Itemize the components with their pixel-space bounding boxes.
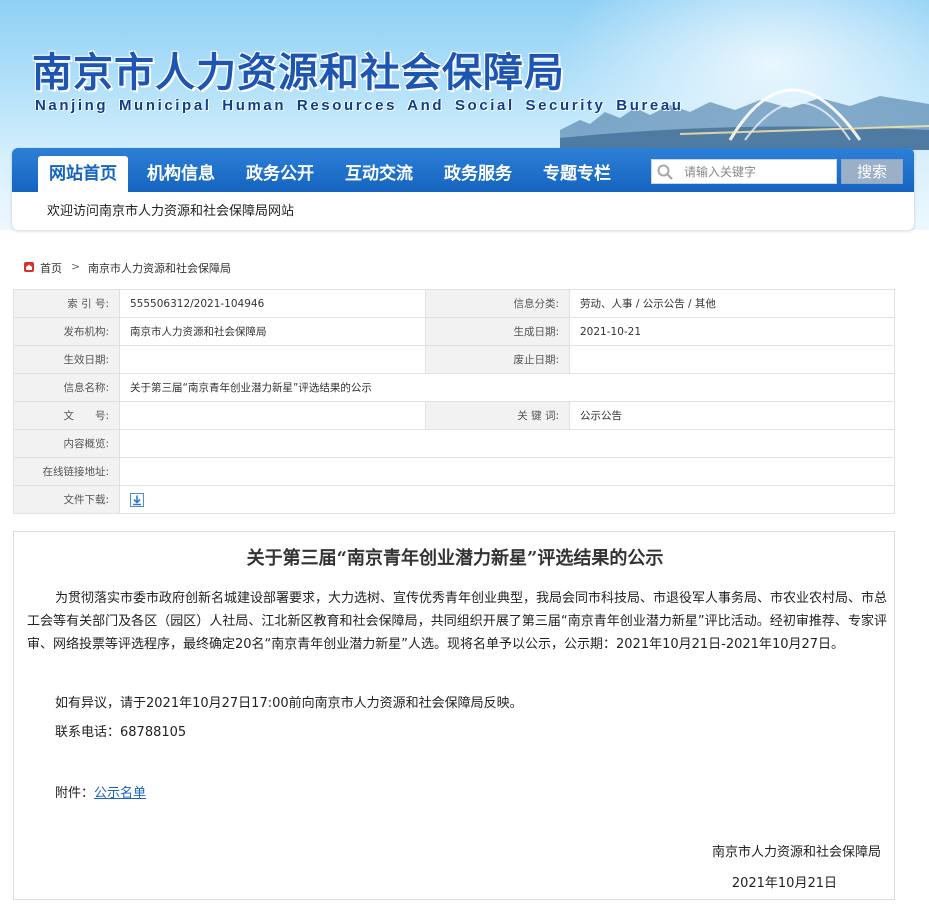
search-input[interactable]	[684, 162, 834, 181]
site-title-en: Nanjing Municipal Human Resources And So…	[35, 97, 684, 114]
meta-link-value	[119, 457, 895, 486]
site-title-cn: 南京市人力资源和社会保障局	[32, 49, 565, 96]
meta-name-label: 信息名称:	[13, 373, 120, 402]
meta-keywords-value: 公示公告	[569, 401, 895, 430]
meta-summary-value	[119, 429, 895, 458]
search-box	[651, 159, 837, 184]
meta-publisher-value: 南京市人力资源和社会保障局	[119, 317, 426, 346]
nav-item-home[interactable]: 网站首页	[38, 156, 128, 192]
nav-item-special-topics[interactable]: 专题专栏	[532, 148, 622, 192]
breadcrumb-current-link[interactable]: 南京市人力资源和社会保障局	[88, 260, 231, 276]
attachment-link[interactable]: 公示名单	[94, 786, 146, 801]
article-content: 关于第三届“南京青年创业潜力新星”评选结果的公示 为贯彻落实市委市政府创新名城建…	[13, 531, 895, 900]
meta-effective-value	[119, 345, 426, 374]
meta-expire-value	[569, 345, 895, 374]
signature-date: 2021年10月21日	[731, 876, 837, 891]
meta-summary-label: 内容概览:	[13, 429, 120, 458]
search-icon	[657, 164, 673, 180]
article-paragraph-contact: 联系电话：68788105	[55, 725, 187, 740]
meta-effective-label: 生效日期:	[13, 345, 120, 374]
meta-index-label: 索 引 号:	[13, 289, 120, 318]
article-paragraph-objection: 如有异议，请于2021年10月27日17:00前向南京市人力资源和社会保障局反映…	[55, 696, 523, 711]
meta-publisher-label: 发布机构:	[13, 317, 120, 346]
download-icon[interactable]	[130, 492, 144, 507]
signature-organization: 南京市人力资源和社会保障局	[711, 845, 881, 860]
breadcrumb-home-link[interactable]: 首页	[40, 260, 62, 276]
welcome-text: 欢迎访问南京市人力资源和社会保障局网站	[47, 204, 295, 219]
meta-docno-label: 文 号:	[13, 401, 120, 430]
meta-keywords-label: 关 键 词:	[425, 401, 570, 430]
meta-link-label: 在线链接地址:	[13, 457, 120, 486]
nav-item-gov-services[interactable]: 政务服务	[433, 148, 523, 192]
search-button[interactable]: 搜索	[841, 159, 903, 184]
meta-name-value: 关于第三届“南京青年创业潜力新星”评选结果的公示	[119, 373, 895, 402]
meta-expire-label: 废止日期:	[425, 345, 570, 374]
home-icon	[24, 262, 34, 272]
meta-row: 内容概览:	[13, 429, 895, 458]
meta-row: 发布机构: 南京市人力资源和社会保障局 生成日期: 2021-10-21	[13, 317, 895, 346]
meta-row: 在线链接地址:	[13, 457, 895, 486]
meta-row: 信息名称: 关于第三届“南京青年创业潜力新星”评选结果的公示	[13, 373, 895, 402]
meta-category-value: 劳动、人事 / 公示公告 / 其他	[569, 289, 895, 318]
main-nav: 网站首页 机构信息 政务公开 互动交流 政务服务 专题专栏 搜索	[12, 148, 914, 192]
article-attachment: 附件：公示名单	[55, 782, 146, 805]
meta-category-label: 信息分类:	[425, 289, 570, 318]
nav-container: 网站首页 机构信息 政务公开 互动交流 政务服务 专题专栏 搜索 欢迎访问南京市…	[12, 148, 914, 230]
meta-row: 生效日期: 废止日期:	[13, 345, 895, 374]
meta-created-value: 2021-10-21	[569, 317, 895, 346]
nav-item-gov-affairs[interactable]: 政务公开	[235, 148, 325, 192]
meta-row: 文件下载:	[13, 485, 895, 514]
nav-item-org-info[interactable]: 机构信息	[136, 148, 226, 192]
breadcrumb-separator: >	[71, 260, 81, 273]
meta-row: 索 引 号: 555506312/2021-104946 信息分类: 劳动、人事…	[13, 289, 895, 318]
meta-created-label: 生成日期:	[425, 317, 570, 346]
meta-download-label: 文件下载:	[13, 485, 120, 514]
meta-docno-value	[119, 401, 426, 430]
meta-index-value: 555506312/2021-104946	[119, 289, 426, 318]
nav-item-interaction[interactable]: 互动交流	[334, 148, 424, 192]
meta-download-cell	[119, 485, 895, 514]
article-title: 关于第三届“南京青年创业潜力新星”评选结果的公示	[246, 548, 664, 569]
meta-row: 文 号: 关 键 词: 公示公告	[13, 401, 895, 430]
attachment-label: 附件：	[55, 786, 95, 801]
article-paragraph-intro: 为贯彻落实市委市政府创新名城建设部署要求，大力选树、宣传优秀青年创业典型，我局会…	[27, 591, 888, 652]
document-meta-table: 索 引 号: 555506312/2021-104946 信息分类: 劳动、人事…	[13, 289, 895, 514]
